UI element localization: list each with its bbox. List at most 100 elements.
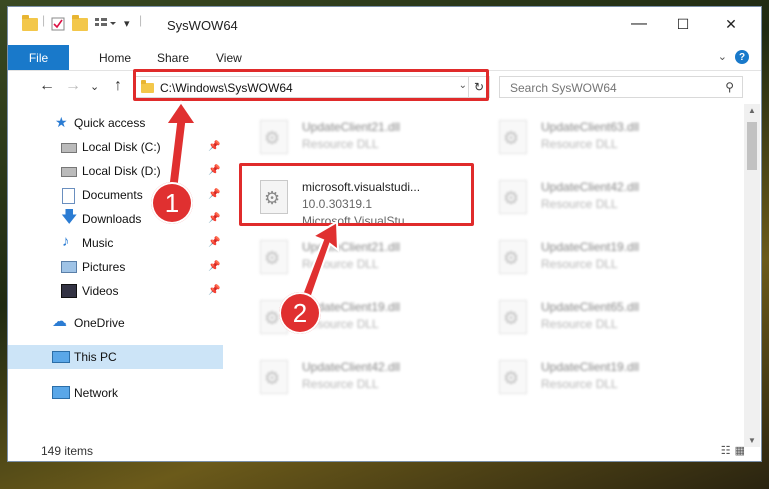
- new-folder-icon[interactable]: [72, 15, 88, 31]
- back-button[interactable]: ←: [39, 77, 55, 95]
- sidebar-item-network[interactable]: Network: [8, 381, 223, 405]
- separator: |: [139, 13, 143, 27]
- file-item[interactable]: ⚙ UpdateClient65.dll Resource DLL: [477, 292, 707, 350]
- sidebar-item-label: Local Disk (C:): [82, 140, 161, 154]
- title-bar: | ▾ | SysWOW64 — ☐ ✕: [8, 7, 761, 41]
- file-name: UpdateClient19.dll: [541, 240, 640, 254]
- sidebar-item-label: Local Disk (D:): [82, 164, 161, 178]
- file-type: Resource DLL: [541, 257, 618, 271]
- pin-icon[interactable]: 📌: [208, 261, 220, 272]
- collapse-ribbon-icon[interactable]: ⌄: [718, 50, 727, 63]
- recent-locations-icon[interactable]: ⌄: [90, 80, 99, 93]
- pin-icon[interactable]: 📌: [208, 213, 220, 224]
- sidebar-item-this-pc[interactable]: This PC: [8, 345, 223, 369]
- file-name: UpdateClient65.dll: [541, 300, 640, 314]
- close-button[interactable]: ✕: [709, 11, 753, 37]
- pin-icon[interactable]: 📌: [208, 189, 220, 200]
- vertical-scrollbar[interactable]: ▲ ▼: [744, 104, 760, 447]
- sidebar-item-label: OneDrive: [74, 316, 125, 330]
- ribbon: File Home Share View ⌄ ?: [8, 41, 761, 71]
- item-count: 149 items: [41, 444, 94, 458]
- gear-icon: ⚙: [264, 308, 281, 328]
- sidebar-item-pictures[interactable]: Pictures 📌: [8, 255, 223, 279]
- minimize-button[interactable]: —: [617, 11, 661, 37]
- file-item[interactable]: ⚙ UpdateClient63.dll Resource DLL: [477, 112, 707, 170]
- gear-icon: ⚙: [503, 308, 520, 328]
- customize-toolbar-icon[interactable]: [94, 16, 116, 30]
- help-icon[interactable]: ?: [735, 50, 749, 64]
- maximize-button[interactable]: ☐: [661, 11, 705, 37]
- separator: |: [42, 13, 46, 27]
- gear-icon: ⚙: [503, 248, 520, 268]
- sidebar-item-label: Pictures: [82, 260, 126, 274]
- file-item[interactable]: ⚙ UpdateClient19.dll Resource DLL: [477, 352, 707, 410]
- step-badge-2: 2: [279, 292, 321, 334]
- properties-icon[interactable]: [50, 16, 66, 31]
- gear-icon: ⚙: [503, 368, 520, 388]
- pin-icon[interactable]: 📌: [208, 285, 220, 296]
- drive-icon: [61, 143, 77, 153]
- sidebar-item-label: Videos: [82, 284, 119, 298]
- sidebar-item-quick-access[interactable]: ★ Quick access: [8, 111, 223, 135]
- sidebar-item-label: This PC: [74, 350, 117, 364]
- sidebar-item-label: Music: [82, 236, 114, 250]
- file-item[interactable]: ⚙ UpdateClient42.dll Resource DLL: [477, 172, 707, 230]
- up-button[interactable]: ↑: [114, 77, 122, 95]
- file-list: ⚙ UpdateClient21.dll Resource DLL ⚙ micr…: [233, 104, 738, 429]
- documents-icon: [62, 188, 75, 204]
- scroll-thumb[interactable]: [747, 122, 757, 170]
- search-box[interactable]: ⚲: [499, 76, 743, 99]
- music-icon: ♪: [62, 233, 70, 250]
- window-title: SysWOW64: [167, 18, 238, 33]
- sidebar-item-videos[interactable]: Videos 📌: [8, 279, 223, 303]
- view-toggle-icons[interactable]: ☷▦: [721, 444, 749, 457]
- tab-share[interactable]: Share: [157, 51, 189, 65]
- file-name: UpdateClient21.dll: [302, 120, 401, 134]
- file-item[interactable]: ⚙ UpdateClient21.dll Resource DLL: [238, 232, 468, 290]
- file-item[interactable]: ⚙ UpdateClient19.dll Resource DLL: [238, 292, 468, 350]
- file-name: UpdateClient42.dll: [302, 360, 401, 374]
- file-name: UpdateClient42.dll: [541, 180, 640, 194]
- file-name: UpdateClient19.dll: [541, 360, 640, 374]
- quick-access-dropdown-icon[interactable]: ▾: [124, 17, 130, 30]
- gear-icon: ⚙: [264, 368, 281, 388]
- sidebar-item-label: Quick access: [74, 116, 146, 130]
- drive-icon: [61, 167, 77, 177]
- file-name: UpdateClient63.dll: [541, 120, 640, 134]
- file-type: Resource DLL: [541, 377, 618, 391]
- tab-view[interactable]: View: [216, 51, 242, 65]
- file-type: Resource DLL: [541, 197, 618, 211]
- network-icon: [52, 386, 70, 399]
- pin-icon[interactable]: 📌: [208, 237, 220, 248]
- file-type: Resource DLL: [302, 377, 379, 391]
- file-item[interactable]: ⚙ UpdateClient19.dll Resource DLL: [477, 232, 707, 290]
- sidebar-item-local-disk-c[interactable]: Local Disk (C:) 📌: [8, 135, 223, 159]
- tab-home[interactable]: Home: [99, 51, 131, 65]
- file-type: Resource DLL: [302, 257, 379, 271]
- search-input[interactable]: [500, 77, 722, 99]
- videos-icon: [61, 284, 77, 298]
- file-item[interactable]: ⚙ UpdateClient42.dll Resource DLL: [238, 352, 468, 410]
- gear-icon: ⚙: [264, 128, 281, 148]
- status-bar: 149 items ☷▦: [8, 439, 761, 461]
- file-type: Resource DLL: [302, 137, 379, 151]
- navigation-pane: ★ Quick access Local Disk (C:) 📌 Local D…: [8, 104, 223, 429]
- pin-icon[interactable]: 📌: [208, 165, 220, 176]
- file-tab[interactable]: File: [8, 45, 69, 70]
- pictures-icon: [61, 261, 77, 273]
- sidebar-item-music[interactable]: ♪ Music 📌: [8, 231, 223, 255]
- forward-button[interactable]: →: [65, 77, 81, 95]
- sidebar-item-onedrive[interactable]: ☁ OneDrive: [8, 311, 223, 335]
- gear-icon: ⚙: [503, 128, 520, 148]
- address-highlight-box: [133, 69, 489, 101]
- pin-icon[interactable]: 📌: [208, 141, 220, 152]
- sidebar-item-local-disk-d[interactable]: Local Disk (D:) 📌: [8, 159, 223, 183]
- scroll-up-icon[interactable]: ▲: [748, 106, 756, 115]
- file-name: UpdateClient21.dll: [302, 240, 401, 254]
- search-icon: ⚲: [725, 80, 734, 94]
- file-item[interactable]: ⚙ UpdateClient21.dll Resource DLL: [238, 112, 468, 170]
- file-type: Resource DLL: [541, 137, 618, 151]
- file-type: Resource DLL: [541, 317, 618, 331]
- cloud-icon: ☁: [52, 313, 67, 330]
- step-badge-1: 1: [151, 182, 193, 224]
